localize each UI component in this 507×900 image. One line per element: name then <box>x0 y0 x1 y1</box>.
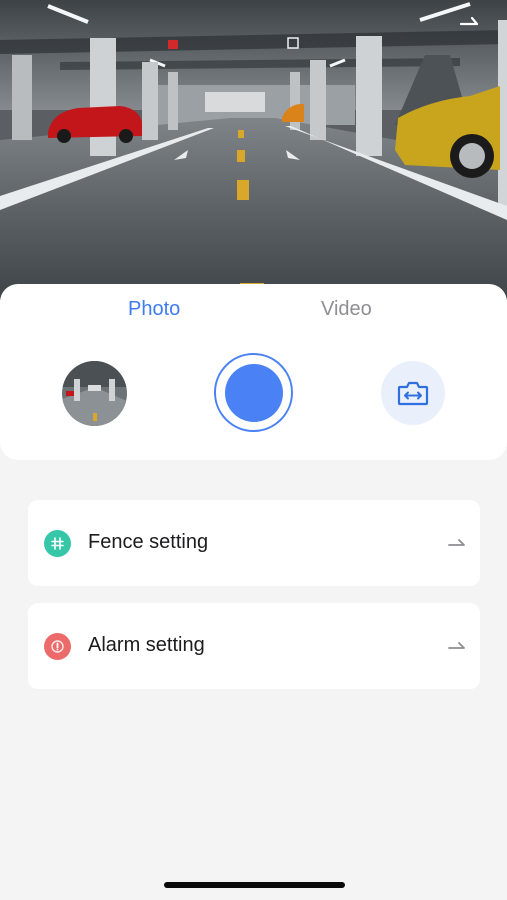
chevron-right-icon <box>448 539 465 546</box>
fence-grid-icon <box>44 530 71 557</box>
alarm-icon <box>44 633 71 660</box>
shutter-icon <box>224 363 283 422</box>
tab-photo[interactable]: Photo <box>128 298 180 321</box>
thumbnail-image <box>62 361 127 426</box>
chevron-right-icon <box>448 642 465 649</box>
capture-panel: Photo Video <box>0 284 507 460</box>
capture-mode-tabs: Photo Video <box>0 298 507 330</box>
parking-garage-scene <box>0 0 507 300</box>
camera-preview[interactable] <box>0 0 507 300</box>
fullscreen-button[interactable] <box>459 12 485 38</box>
fence-setting-label: Fence setting <box>88 531 209 553</box>
fence-setting-item[interactable]: Fence setting <box>28 500 480 586</box>
fullscreen-arrow-icon <box>459 16 479 26</box>
tab-video[interactable]: Video <box>321 298 372 321</box>
alarm-setting-label: Alarm setting <box>88 634 205 656</box>
last-capture-thumbnail[interactable] <box>62 361 127 426</box>
switch-camera-button[interactable] <box>381 361 445 425</box>
alarm-setting-item[interactable]: Alarm setting <box>28 603 480 689</box>
home-indicator[interactable] <box>164 882 345 888</box>
switch-camera-icon <box>397 381 429 406</box>
shutter-button[interactable] <box>214 353 293 432</box>
